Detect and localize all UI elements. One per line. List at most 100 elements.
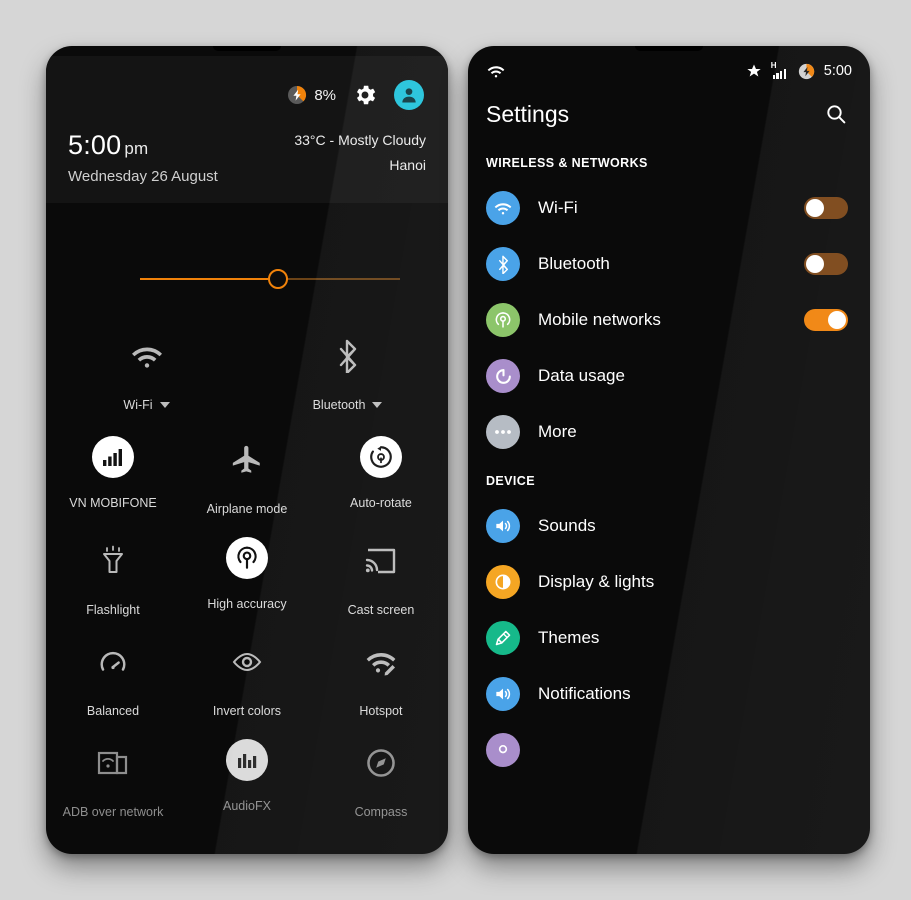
settings-row-label: Display & lights — [538, 572, 655, 591]
tile-high-accuracy-label: High accuracy — [207, 597, 287, 611]
tile-vn-mobifone[interactable]: VN MOBIFONE — [46, 428, 180, 529]
eye-icon — [230, 638, 264, 686]
speaker-icon — [486, 509, 520, 543]
settings-row-sounds[interactable]: Sounds — [468, 498, 870, 554]
tile-balanced[interactable]: Balanced — [46, 630, 180, 731]
quick-settings-tiles: Wi-Fi Bluetooth VN MOBIFONE Airplane mod… — [46, 324, 448, 854]
tile-airplane-mode[interactable]: Airplane mode — [180, 428, 314, 529]
tile-auto-rotate-label: Auto-rotate — [350, 496, 412, 510]
settings-list[interactable]: WIRELESS & NETWORKS Wi-Fi Bluetooth Mobi… — [468, 142, 870, 854]
signal-bars-icon — [91, 436, 134, 478]
bluetooth-toggle[interactable] — [804, 253, 848, 275]
tile-bluetooth-label: Bluetooth — [313, 398, 383, 412]
settings-row-bluetooth[interactable]: Bluetooth — [468, 236, 870, 292]
settings-row-notifications[interactable]: Notifications — [468, 666, 870, 722]
settings-row-label: Themes — [538, 628, 600, 647]
tile-flashlight[interactable]: Flashlight — [46, 529, 180, 630]
tile-invert-colors-label: Invert colors — [212, 704, 282, 718]
gear-icon[interactable] — [352, 82, 378, 108]
tile-cast-screen[interactable]: Cast screen — [314, 529, 448, 630]
chevron-down-icon[interactable] — [372, 402, 383, 408]
tile-wifi-label: Wi-Fi — [123, 398, 170, 412]
phone-quick-settings: 8% 5:00 pm Wednesday 26 August 33°C - Mo… — [46, 46, 448, 854]
tile-balanced-label: Balanced — [86, 704, 140, 718]
tile-auto-rotate[interactable]: Auto-rotate — [314, 428, 448, 529]
airplane-icon — [230, 436, 264, 484]
tile-label-text: Wi-Fi — [123, 398, 153, 412]
tile-hotspot[interactable]: Hotspot — [314, 630, 448, 731]
tile-cast-screen-label: Cast screen — [347, 603, 415, 617]
quick-settings-header: 8% 5:00 pm Wednesday 26 August 33°C - Mo… — [46, 56, 448, 203]
user-avatar-icon[interactable] — [394, 80, 424, 110]
page-title: Settings — [486, 100, 570, 127]
tile-high-accuracy[interactable]: High accuracy — [180, 529, 314, 630]
settings-row-label: Sounds — [538, 516, 596, 535]
settings-row-label: Wi-Fi — [538, 198, 578, 217]
tile-wifi[interactable]: Wi-Fi — [46, 324, 247, 428]
tile-flashlight-label: Flashlight — [86, 603, 140, 617]
settings-row-partial[interactable] — [468, 722, 870, 778]
tile-audiofx[interactable]: AudioFX — [180, 731, 314, 832]
tile-vn-mobifone-label: VN MOBIFONE — [69, 496, 157, 510]
wifi-toggle[interactable] — [804, 197, 848, 219]
tile-airplane-mode-label: Airplane mode — [206, 502, 288, 516]
brightness-slider-thumb[interactable] — [268, 269, 288, 289]
settings-row-wifi[interactable]: Wi-Fi — [468, 180, 870, 236]
auto-rotate-icon — [359, 436, 402, 478]
mobile-network-icon — [486, 303, 520, 337]
data-usage-icon — [486, 359, 520, 393]
tile-row-2: Flashlight High accuracy Cast screen — [46, 529, 448, 630]
tile-row-1: VN MOBIFONE Airplane mode Auto-rotate — [46, 428, 448, 529]
status-bar: H 5:00 — [468, 56, 870, 86]
clock-weather-row: 5:00 pm Wednesday 26 August 33°C - Mostly… — [68, 132, 426, 186]
section-header-device: DEVICE — [486, 474, 535, 488]
star-icon — [747, 64, 761, 77]
tile-bluetooth[interactable]: Bluetooth — [247, 324, 448, 428]
settings-row-display-lights[interactable]: Display & lights — [468, 554, 870, 610]
phone-settings: H 5:00 Settings WIRELESS & NETWORKS Wi-F… — [468, 46, 870, 854]
phone-notch — [213, 46, 281, 51]
tile-adb-over-network[interactable]: ADB over network — [46, 731, 180, 832]
mobile-networks-toggle[interactable] — [804, 309, 848, 331]
weather-block[interactable]: 33°C - Mostly Cloudy Hanoi — [294, 132, 426, 173]
equalizer-icon — [225, 739, 268, 781]
settings-row-label: More — [538, 422, 577, 441]
status-bar-right-group: H 5:00 — [746, 61, 852, 80]
chevron-down-icon[interactable] — [159, 402, 170, 408]
brightness-slider[interactable] — [46, 251, 448, 307]
battery-percent-label: 8% — [314, 86, 336, 104]
clock-date: Wednesday 26 August — [68, 168, 218, 185]
weather-city: Hanoi — [389, 157, 426, 173]
location-icon — [486, 733, 520, 767]
tile-adb-over-network-label: ADB over network — [62, 805, 164, 819]
more-dots-icon — [486, 415, 520, 449]
tile-audiofx-label: AudioFX — [223, 799, 271, 813]
settings-row-label: Bluetooth — [538, 254, 610, 273]
settings-row-data-usage[interactable]: Data usage — [468, 348, 870, 404]
clock-block: 5:00 pm Wednesday 26 August — [68, 132, 218, 186]
brightness-slider-fill — [140, 278, 280, 280]
speaker-icon — [486, 677, 520, 711]
bluetooth-icon — [486, 247, 520, 281]
search-icon[interactable] — [824, 102, 848, 126]
settings-row-themes[interactable]: Themes — [468, 610, 870, 666]
performance-gauge-icon — [98, 638, 128, 686]
clock-time-value: 5:00 — [68, 130, 122, 160]
tile-compass-label: Compass — [354, 805, 408, 819]
wifi-icon — [487, 66, 505, 78]
phone-notch — [635, 46, 703, 51]
settings-row-mobile-networks[interactable]: Mobile networks — [468, 292, 870, 348]
clock-ampm: pm — [124, 139, 149, 158]
status-bar-clock: 5:00 — [823, 63, 852, 79]
tile-invert-colors[interactable]: Invert colors — [180, 630, 314, 731]
settings-row-label: Mobile networks — [538, 310, 661, 329]
hotspot-icon — [364, 638, 398, 686]
battery-charging-icon — [798, 63, 814, 79]
flashlight-icon — [98, 537, 128, 585]
clock-time: 5:00 pm — [68, 132, 218, 159]
tile-compass[interactable]: Compass — [314, 731, 448, 832]
battery-status: 8% — [287, 85, 336, 105]
adb-network-icon — [97, 739, 129, 787]
settings-row-more[interactable]: More — [468, 404, 870, 460]
settings-row-label: Notifications — [538, 684, 631, 703]
